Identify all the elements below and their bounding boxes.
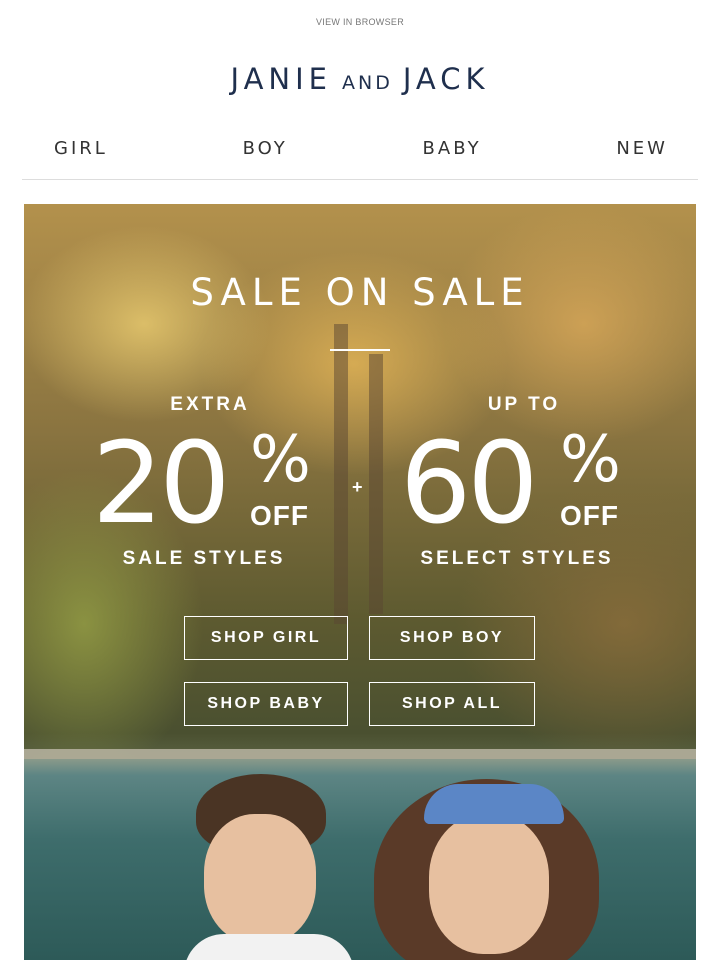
right-offer-suffix: SELECT STYLES xyxy=(420,548,614,569)
nav-item-girl[interactable]: GIRL xyxy=(54,138,108,159)
nav-item-baby[interactable]: BABY xyxy=(423,138,482,159)
hero-banner[interactable]: SALE ON SALE EXTRA 20 % OFF SALE STYLES … xyxy=(24,204,696,960)
boy-figure xyxy=(184,774,364,960)
title-rule xyxy=(330,349,390,351)
left-offer-suffix: SALE STYLES xyxy=(122,548,286,569)
right-offer-number: 60 xyxy=(400,419,539,549)
shop-girl-button[interactable]: SHOP GIRL xyxy=(184,616,348,660)
plus-sign: + xyxy=(352,477,363,497)
nav-item-new[interactable]: NEW xyxy=(616,138,668,159)
main-nav: GIRL BOY BABY NEW xyxy=(22,138,698,178)
right-offer-prefix: UP TO xyxy=(487,394,561,415)
tree-trunk xyxy=(334,324,348,624)
left-offer-percent: % xyxy=(250,423,311,497)
logo-and: AND xyxy=(341,72,393,94)
view-in-browser-link[interactable]: VIEW IN BROWSER xyxy=(316,17,404,27)
brand-logo[interactable]: JANIE AND JACK xyxy=(0,62,720,96)
sale-title: SALE ON SALE xyxy=(190,271,530,314)
shop-all-button[interactable]: SHOP ALL xyxy=(369,682,535,726)
left-offer-number: 20 xyxy=(92,419,231,549)
girl-figure xyxy=(374,769,604,960)
right-offer-off: OFF xyxy=(560,500,619,531)
shop-baby-button[interactable]: SHOP BABY xyxy=(184,682,348,726)
left-offer-prefix: EXTRA xyxy=(170,394,250,415)
logo-jack: JACK xyxy=(402,62,490,96)
tree-trunk xyxy=(369,354,383,614)
right-offer-percent: % xyxy=(560,423,621,497)
left-offer-off: OFF xyxy=(250,500,309,531)
view-in-browser-bar: VIEW IN BROWSER xyxy=(0,17,720,27)
nav-item-boy[interactable]: BOY xyxy=(243,138,288,159)
logo-janie: JANIE xyxy=(230,62,332,96)
nav-divider xyxy=(22,179,698,180)
shop-boy-button[interactable]: SHOP BOY xyxy=(369,616,535,660)
headband xyxy=(424,784,564,824)
